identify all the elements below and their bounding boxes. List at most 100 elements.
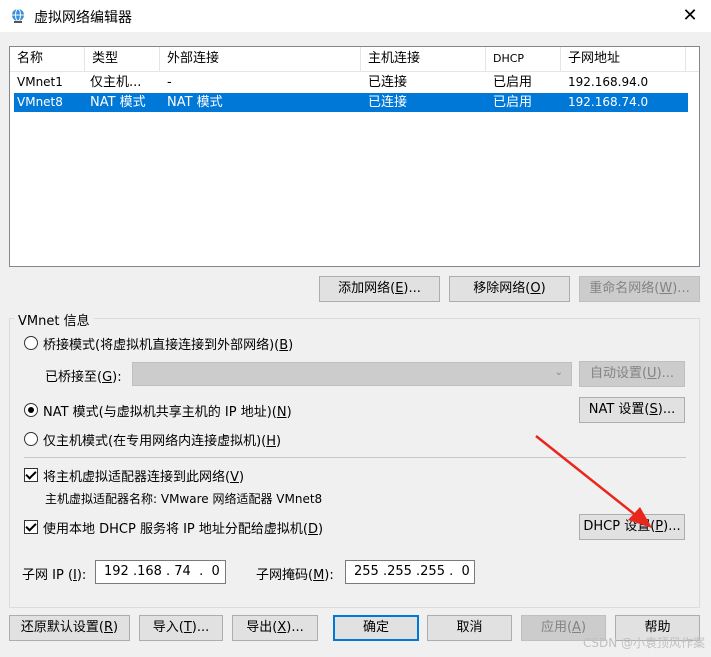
window-title: 虚拟网络编辑器	[34, 10, 132, 26]
subnet-ip-suffix: ):	[76, 568, 87, 583]
cell-subnet: 192.168.94.0	[568, 75, 649, 89]
add-network-button[interactable]: 添加网络(E)...	[319, 276, 440, 302]
cell-host: 已连接	[368, 75, 408, 90]
add-network-label: 添加网络(	[338, 281, 396, 296]
watermark: CSDN @小袁顶风作案	[583, 636, 706, 650]
column-header-dhcp[interactable]: DHCP	[486, 47, 561, 71]
restore-defaults-suffix: )	[113, 620, 119, 635]
nat-mode-radio[interactable]	[24, 403, 38, 417]
connect-adapter-label[interactable]: 将主机虚拟适配器连接到此网络(V)	[43, 466, 244, 485]
host-only-label[interactable]: 仅主机模式(在专用网络内连接虚拟机)(H)	[43, 430, 281, 449]
bridged-to-key: G	[102, 370, 113, 385]
subnet-mask-input[interactable]: 255 .255 .255 . 0	[345, 560, 475, 584]
use-dhcp-label[interactable]: 使用本地 DHCP 服务将 IP 地址分配给虚拟机(D)	[43, 518, 323, 537]
column-header-subnet[interactable]: 子网地址	[561, 47, 686, 71]
subnet-mask-suffix: ):	[324, 568, 334, 583]
remove-network-suffix: )	[540, 281, 546, 296]
remove-network-key: O	[530, 281, 541, 296]
cell-external: NAT 模式	[167, 95, 223, 110]
restore-defaults-key: R	[103, 620, 114, 635]
divider	[24, 457, 686, 458]
rename-network-button[interactable]: 重命名网络(W)...	[579, 276, 700, 302]
title-bar: 虚拟网络编辑器 ✕	[0, 0, 711, 32]
subnet-mask-key: M	[313, 568, 325, 583]
auto-settings-key: U	[647, 366, 657, 381]
table-row-selected[interactable]: VMnet8 NAT 模式 NAT 模式 已连接 已启用 192.168.74.…	[14, 93, 688, 112]
nat-settings-label: NAT 设置(	[588, 402, 650, 417]
nat-settings-button[interactable]: NAT 设置(S)...	[579, 397, 685, 423]
vmnet-info-label: VMnet 信息	[14, 310, 94, 329]
auto-settings-label: 自动设置(	[589, 366, 648, 381]
use-dhcp-suffix: )	[318, 522, 324, 537]
export-suffix: )...	[286, 620, 304, 635]
restore-defaults-button[interactable]: 还原默认设置(R)	[9, 615, 130, 641]
network-list[interactable]: 名称 类型 外部连接 主机连接 DHCP 子网地址 VMnet1 仅主机... …	[9, 46, 700, 267]
cell-host: 已连接	[368, 95, 408, 110]
bridge-mode-text: 桥接模式(将虚拟机直接连接到外部网络)(	[43, 338, 280, 353]
use-dhcp-checkbox[interactable]	[24, 520, 38, 534]
import-suffix: )...	[191, 620, 210, 635]
remove-network-button[interactable]: 移除网络(O)	[449, 276, 570, 302]
nat-settings-suffix: )...	[657, 402, 676, 417]
bridged-adapter-select[interactable]: ⌄	[132, 362, 572, 386]
dhcp-settings-button[interactable]: DHCP 设置(P)...	[579, 514, 685, 540]
auto-settings-button[interactable]: 自动设置(U)...	[579, 361, 685, 387]
rename-network-label: 重命名网络(	[589, 281, 660, 296]
dhcp-settings-suffix: )...	[663, 519, 681, 534]
apply-label: 应用(	[540, 620, 573, 635]
subnet-mask-text: 子网掩码(	[256, 568, 314, 583]
export-label: 导出(	[246, 620, 278, 635]
bridge-mode-suffix: )	[288, 338, 294, 353]
import-key: T	[183, 620, 192, 635]
bridged-to-label: 已桥接至(G):	[45, 366, 122, 385]
subnet-mask-label: 子网掩码(M):	[256, 564, 334, 583]
cancel-button[interactable]: 取消	[427, 615, 512, 641]
connect-adapter-text: 将主机虚拟适配器连接到此网络(	[43, 470, 231, 485]
connect-adapter-checkbox[interactable]	[24, 468, 38, 482]
subnet-ip-text: 子网 IP (	[22, 568, 74, 583]
use-dhcp-text: 使用本地 DHCP 服务将 IP 地址分配给虚拟机(	[43, 522, 308, 537]
column-header-external[interactable]: 外部连接	[160, 47, 361, 71]
chevron-down-icon: ⌄	[554, 367, 563, 378]
cell-dhcp: 已启用	[493, 95, 533, 110]
cell-name: VMnet8	[17, 95, 63, 109]
table-row[interactable]: VMnet1 仅主机... - 已连接 已启用 192.168.94.0	[14, 73, 688, 92]
column-header-type[interactable]: 类型	[85, 47, 160, 71]
bridged-to-suffix: ):	[112, 370, 122, 385]
bridge-mode-label[interactable]: 桥接模式(将虚拟机直接连接到外部网络)(B)	[43, 334, 293, 353]
close-icon[interactable]: ✕	[678, 4, 702, 28]
cell-dhcp: 已启用	[493, 75, 533, 90]
remove-network-label: 移除网络(	[473, 281, 531, 296]
bridged-to-text: 已桥接至(	[45, 370, 103, 385]
import-button[interactable]: 导入(T)...	[139, 615, 223, 641]
ok-button[interactable]: 确定	[333, 615, 419, 641]
cell-type: 仅主机...	[90, 75, 142, 90]
nat-mode-label[interactable]: NAT 模式(与虚拟机共享主机的 IP 地址)(N)	[43, 401, 292, 420]
nat-mode-text: NAT 模式(与虚拟机共享主机的 IP 地址)(	[43, 405, 277, 420]
nat-settings-key: S	[649, 402, 658, 417]
rename-network-suffix: )...	[672, 281, 690, 296]
column-header-host[interactable]: 主机连接	[361, 47, 486, 71]
rename-network-key: W	[659, 281, 673, 296]
connect-adapter-key: V	[230, 470, 239, 485]
use-dhcp-key: D	[307, 522, 318, 537]
dhcp-settings-key: P	[655, 519, 664, 534]
import-label: 导入(	[152, 620, 184, 635]
subnet-ip-label: 子网 IP (I):	[22, 564, 86, 583]
dhcp-settings-label: DHCP 设置(	[583, 519, 656, 534]
subnet-ip-input[interactable]: 192 .168 . 74 . 0	[95, 560, 226, 584]
bridge-mode-radio[interactable]	[24, 336, 38, 350]
connect-adapter-suffix: )	[238, 470, 245, 485]
apply-key: A	[572, 620, 581, 635]
column-header-name[interactable]: 名称	[10, 47, 85, 71]
apply-suffix: )	[580, 620, 587, 635]
export-button[interactable]: 导出(X)...	[232, 615, 318, 641]
adapter-name-text: 主机虚拟适配器名称: VMware 网络适配器 VMnet8	[45, 492, 323, 506]
list-header: 名称 类型 外部连接 主机连接 DHCP 子网地址	[10, 47, 699, 72]
host-only-radio[interactable]	[24, 432, 38, 446]
nat-mode-key: N	[276, 405, 287, 420]
host-only-key: H	[266, 434, 276, 449]
restore-defaults-label: 还原默认设置(	[20, 620, 104, 635]
network-globe-icon	[12, 8, 24, 23]
nat-mode-suffix: )	[286, 405, 292, 420]
